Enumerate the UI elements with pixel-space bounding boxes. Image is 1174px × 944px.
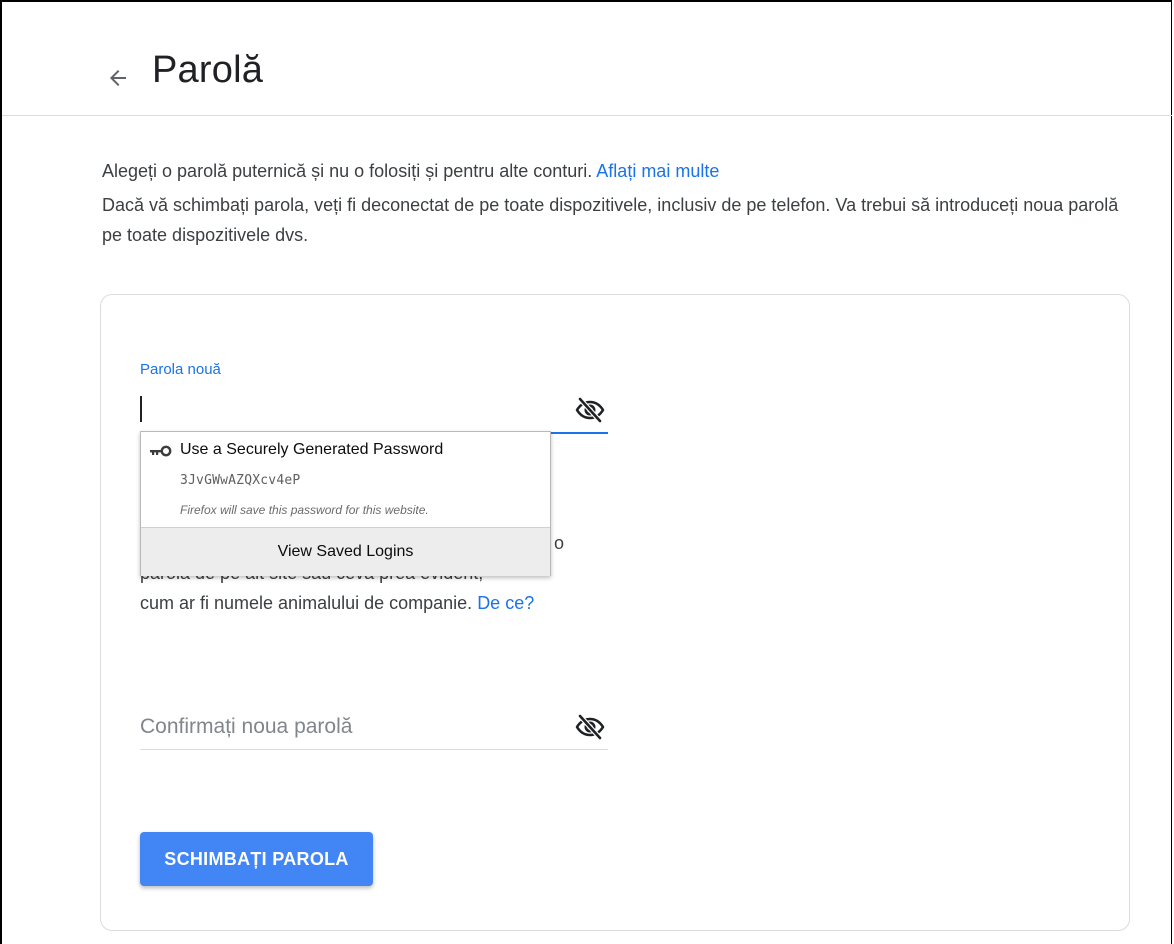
intro-line-1-text: Alegeți o parolă puternică și nu o folos… [102, 161, 593, 181]
toggle-confirm-visibility-button[interactable] [574, 711, 606, 743]
intro-text: Alegeți o parolă puternică și nu o folos… [102, 156, 1142, 250]
hint-line-3-text: cum ar fi numele animalului de companie. [140, 593, 473, 613]
page-header: Parolă [2, 2, 1172, 116]
generated-password-title: Use a Securely Generated Password [180, 441, 444, 458]
view-saved-logins-button[interactable]: View Saved Logins [141, 527, 550, 576]
intro-line-1: Alegeți o parolă puternică și nu o folos… [102, 156, 1142, 186]
change-password-button[interactable]: SCHIMBAȚI PAROLA [140, 832, 373, 886]
generated-password-note: Firefox will save this password for this… [180, 503, 429, 517]
text-cursor [140, 396, 142, 422]
confirm-password-field[interactable]: Confirmați noua parolă [140, 705, 608, 750]
page-title: Parolă [152, 49, 264, 91]
generated-password-value: 3JvGWwAZQXcv4eP [180, 473, 301, 488]
eye-off-icon [575, 397, 605, 423]
learn-more-link[interactable]: Aflați mai multe [596, 161, 719, 181]
key-icon [150, 445, 172, 457]
eye-off-icon [575, 714, 605, 740]
hint-line-3: cum ar fi numele animalului de companie.… [140, 588, 600, 618]
toggle-visibility-button[interactable] [574, 394, 606, 426]
why-link[interactable]: De ce? [477, 593, 534, 613]
arrow-left-icon [110, 70, 126, 86]
new-password-field[interactable] [140, 388, 608, 434]
autofill-popup: Use a Securely Generated Password 3JvGWw… [140, 431, 551, 576]
new-password-label: Parola nouă [140, 361, 221, 378]
confirm-password-placeholder: Confirmați noua parolă [140, 715, 353, 738]
back-button[interactable] [98, 58, 138, 98]
generated-password-option[interactable]: Use a Securely Generated Password 3JvGWw… [141, 432, 550, 527]
intro-line-2: Dacă vă schimbați parola, veți fi decone… [102, 195, 1119, 245]
